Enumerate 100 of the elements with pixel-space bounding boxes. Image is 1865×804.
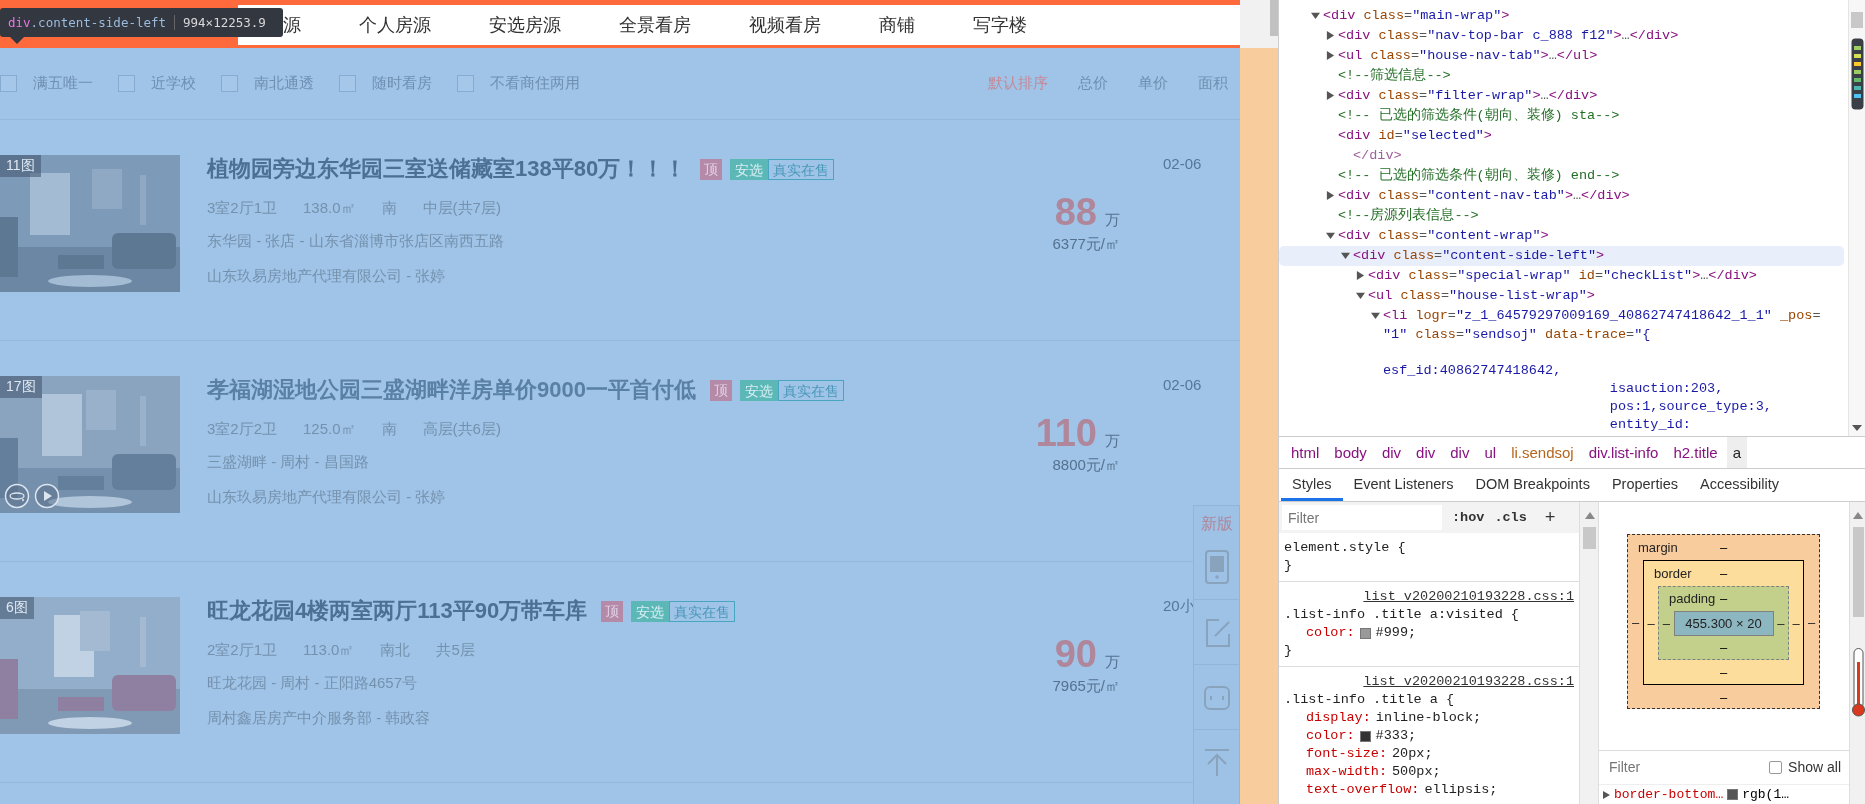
checkbox[interactable] [457,75,474,92]
dom-row[interactable]: <div class="nav-top-bar c_888 f12">…</div> [1279,26,1844,46]
listing-tag: 顶 [700,158,723,180]
listing-tag: 安选 [739,379,778,401]
css-selector: .list-info .title a:visited { [1284,606,1519,624]
listing-tag: 安选 [730,158,769,180]
dom-row[interactable]: <div class="main-wrap"> [1279,6,1844,26]
property-name: font-size: [1306,745,1387,763]
caret-icon[interactable] [1371,311,1380,320]
thermometer-icon [1852,648,1865,718]
filter-field[interactable]: Filter [1607,758,1751,777]
caret-icon[interactable] [1356,271,1365,280]
dom-row[interactable]: <li logr="z_1_64579297009169_40862747418642_1_1" _pos= "1" class="sendsoj" data-trace="{ esf_id:40862747418642, isauction:203, pos:1,source_type:3, entity_id: [1279,306,1844,434]
toolbar-button[interactable]: + [1544,508,1556,527]
breadcrumb-item[interactable]: ul [1478,437,1503,468]
caret-icon[interactable] [1603,790,1610,799]
price-text: 110 [1035,412,1097,454]
breadcrumb-item[interactable]: a [1726,437,1747,468]
spec-text: 125.0㎡ [303,419,356,439]
caret-icon[interactable] [1326,191,1335,200]
panel-tab[interactable]: Event Listeners [1342,469,1465,501]
scroll-up-icon[interactable] [1853,512,1863,519]
breadcrumb-item[interactable]: body [1328,437,1373,468]
caret-icon[interactable] [1326,31,1335,40]
scroll-up-icon[interactable] [1585,512,1595,519]
dom-row[interactable]: <div class="special-wrap" id="checkList">…</div> [1279,266,1844,286]
dom-row[interactable]: <div id="selected"> [1279,126,1844,146]
toolbar-button[interactable]: .cls [1494,508,1527,527]
panel-tab[interactable]: Accessibility [1689,469,1790,501]
nav-link[interactable]: 全景看房 [619,13,691,37]
spec-text: 南 [381,419,397,439]
listing-tag: 安选 [631,600,670,622]
nav-link[interactable]: 个人房源 [359,13,431,37]
filter-field[interactable]: Filter [1282,505,1442,530]
breadcrumb-item[interactable]: div.list-info [1582,437,1665,468]
box-value: – [1630,614,1641,632]
toolbar-button[interactable]: :hov [1452,508,1485,527]
panel-tab[interactable]: DOM Breakpoints [1464,469,1601,501]
color-swatch[interactable] [1359,627,1371,639]
scrollbar[interactable] [1851,12,1863,28]
dom-row[interactable]: <div class="content-nav-tab">…</div> [1279,186,1844,206]
photo-count-label: 17图 [0,376,42,398]
nav-link[interactable]: 视频看房 [749,13,821,37]
breadcrumb-item[interactable]: div [1375,437,1408,468]
checkbox[interactable] [1769,760,1783,774]
nav-link[interactable]: 安选房源 [489,13,561,37]
checkbox[interactable] [339,75,356,92]
breadcrumb-item[interactable]: html [1285,437,1326,468]
property-name: border-bottom… [1614,787,1724,802]
color-swatch[interactable] [1727,789,1739,800]
address-text: 东华园 - 张店 - 山东省淄博市张店区南西五路 [207,231,504,251]
breadcrumb-item[interactable]: div [1444,437,1476,468]
scrollbar[interactable] [1853,527,1864,617]
scrollbar[interactable] [1583,527,1596,549]
box-value: – [1806,614,1817,632]
source-link[interactable]: list_v20200210193228.css:1 [1363,588,1574,606]
caret-icon[interactable] [1326,231,1335,240]
caret-icon[interactable] [1311,11,1320,20]
markup-text: <div class="content-wrap"> [1338,227,1549,245]
scroll-down-icon[interactable] [1852,424,1862,432]
caret-icon[interactable] [1326,51,1335,60]
play-icon[interactable] [34,483,60,509]
box-value: – [1719,640,1728,655]
caret-icon[interactable] [1341,251,1350,260]
dom-row[interactable]: </div> [1279,146,1844,166]
panel-tab[interactable]: Properties [1600,469,1689,501]
dom-row[interactable]: <div class="content-wrap"> [1279,226,1844,246]
dom-row[interactable]: <!--房源列表信息--> [1279,206,1844,226]
breadcrumb-item[interactable]: h2.title [1667,437,1724,468]
dom-row[interactable]: <div class="filter-wrap">…</div> [1279,86,1844,106]
box-label: padding [1668,590,1717,608]
dom-row[interactable]: <ul class="house-list-wrap"> [1279,286,1844,306]
markup-text: <!--房源列表信息--> [1338,206,1479,225]
scrollbar[interactable] [1270,0,1278,36]
nav-link[interactable]: 源 [283,13,301,37]
breadcrumb-item[interactable]: li.sendsoj [1505,437,1580,468]
box-value: – [1661,615,1671,633]
box-value: – [1791,614,1801,633]
dom-row[interactable]: <!-- 已选的筛选条件(朝向、装修) end--> [1279,166,1844,186]
nav-link[interactable]: 商铺 [879,13,915,37]
box-value: – [1646,614,1656,633]
dom-row[interactable]: <!--筛选信息--> [1279,66,1844,86]
source-link[interactable]: list_v20200210193228.css:1 [1363,673,1574,691]
breadcrumb-item[interactable]: div [1410,437,1442,468]
color-swatch[interactable] [1359,730,1371,742]
photo-count-label: 11图 [0,155,41,177]
dom-row[interactable]: <ul class="house-nav-tab">…</ul> [1279,46,1844,66]
nav-link[interactable]: 写字楼 [973,13,1027,37]
property-name: max-width: [1306,763,1387,781]
caret-icon[interactable] [1326,91,1335,100]
checkbox[interactable] [0,75,17,92]
dom-row[interactable]: <!-- 已选的筛选条件(朝向、装修) sta--> [1279,106,1844,126]
checkbox[interactable] [221,75,238,92]
checkbox[interactable] [118,75,135,92]
markup-text: <div class="content-side-left"> [1353,247,1605,265]
property-name: display: [1306,709,1371,727]
panorama-icon[interactable] [4,483,30,509]
listing-tag: 真实在售 [768,158,835,180]
caret-icon[interactable] [1356,291,1365,300]
dom-row[interactable]: <div class="content-side-left"> [1279,246,1844,266]
